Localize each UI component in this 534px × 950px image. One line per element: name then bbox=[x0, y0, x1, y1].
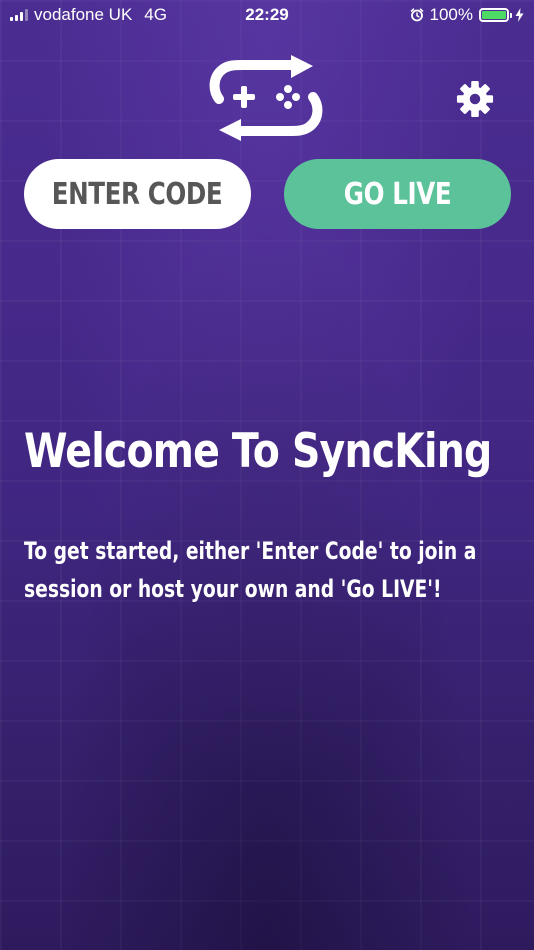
battery-icon bbox=[479, 8, 512, 22]
charging-bolt-icon bbox=[515, 8, 524, 22]
sync-gamepad-logo-icon bbox=[209, 55, 323, 141]
gear-icon[interactable] bbox=[456, 80, 494, 118]
battery-percent: 100% bbox=[429, 5, 473, 24]
app-screen: vodafone UK 4G 22:29 100% ENTER CODE GO … bbox=[0, 0, 534, 950]
go-live-button[interactable]: GO LIVE bbox=[284, 159, 511, 229]
go-live-label: GO LIVE bbox=[343, 176, 452, 212]
battery-level bbox=[482, 11, 506, 19]
enter-code-button[interactable]: ENTER CODE bbox=[24, 159, 251, 229]
status-bar: vodafone UK 4G 22:29 100% bbox=[0, 0, 534, 30]
alarm-clock-icon bbox=[410, 8, 423, 22]
welcome-description: To get started, either 'Enter Code' to j… bbox=[24, 537, 477, 603]
status-right: 100% bbox=[410, 5, 524, 25]
welcome-title: Welcome To SyncKing bbox=[24, 424, 492, 479]
enter-code-label: ENTER CODE bbox=[52, 176, 223, 212]
